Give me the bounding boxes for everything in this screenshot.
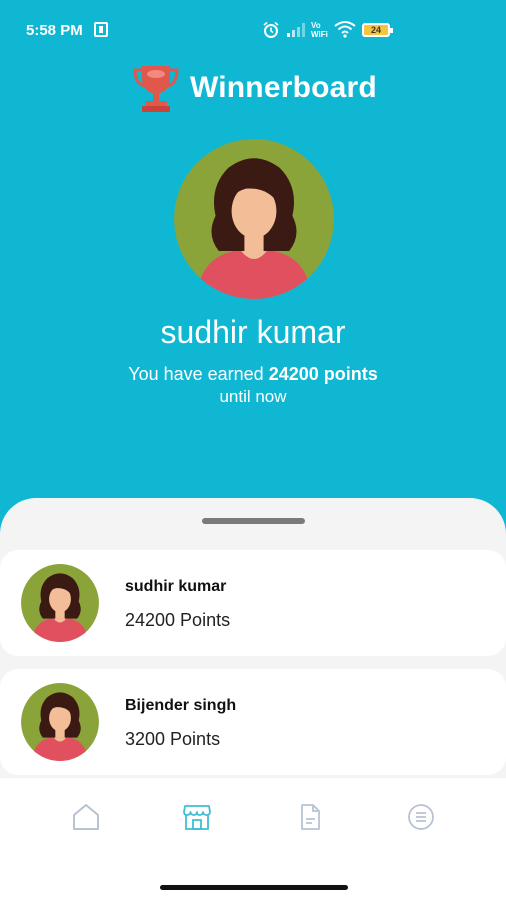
volte-indicator: Vo WiFi: [311, 21, 328, 39]
user-points: 24200 Points: [125, 610, 231, 630]
earned-prefix: You have earned: [128, 364, 269, 384]
user-points: 3200 Points: [125, 729, 221, 749]
earned-points-text: You have earned 24200 points: [0, 364, 506, 385]
status-bar: 5:58 PM Vo WiFi 24: [0, 0, 506, 62]
status-time: 5:58 PM: [26, 22, 83, 39]
wifi-icon: [334, 21, 356, 38]
profile-name: sudhir kumar: [160, 314, 346, 350]
store-icon[interactable]: [182, 802, 212, 832]
app-title: Winnerboard: [190, 71, 377, 104]
document-icon[interactable]: [295, 802, 325, 832]
bottom-navigation: [0, 778, 506, 900]
volte-line1: Vo: [311, 21, 321, 30]
user-avatar: [21, 564, 99, 642]
sheet-drag-handle[interactable]: [202, 518, 305, 524]
app-header: Winnerboard: [132, 60, 377, 116]
leaderboard-sheet: sudhir kumar 24200 Points Bijender singh…: [0, 498, 506, 778]
volte-line2: WiFi: [311, 30, 328, 39]
alarm-icon: [263, 21, 279, 38]
profile-avatar[interactable]: [174, 139, 334, 299]
signal-icon: [287, 23, 305, 37]
trophy-icon: [133, 66, 179, 112]
home-icon[interactable]: [71, 802, 101, 832]
user-name: Bijender singh: [125, 697, 237, 714]
menu-icon[interactable]: [406, 802, 436, 832]
earned-suffix: until now: [219, 387, 287, 406]
battery-indicator: 24: [362, 23, 393, 37]
upload-notification-icon: [94, 22, 108, 37]
earned-points-value: 24200 points: [268, 364, 378, 384]
leaderboard-item[interactable]: Bijender singh 3200 Points: [0, 669, 506, 775]
home-indicator[interactable]: [160, 885, 348, 890]
user-avatar: [21, 683, 99, 761]
leaderboard-item[interactable]: sudhir kumar 24200 Points: [0, 550, 506, 656]
user-name: sudhir kumar: [125, 578, 227, 595]
